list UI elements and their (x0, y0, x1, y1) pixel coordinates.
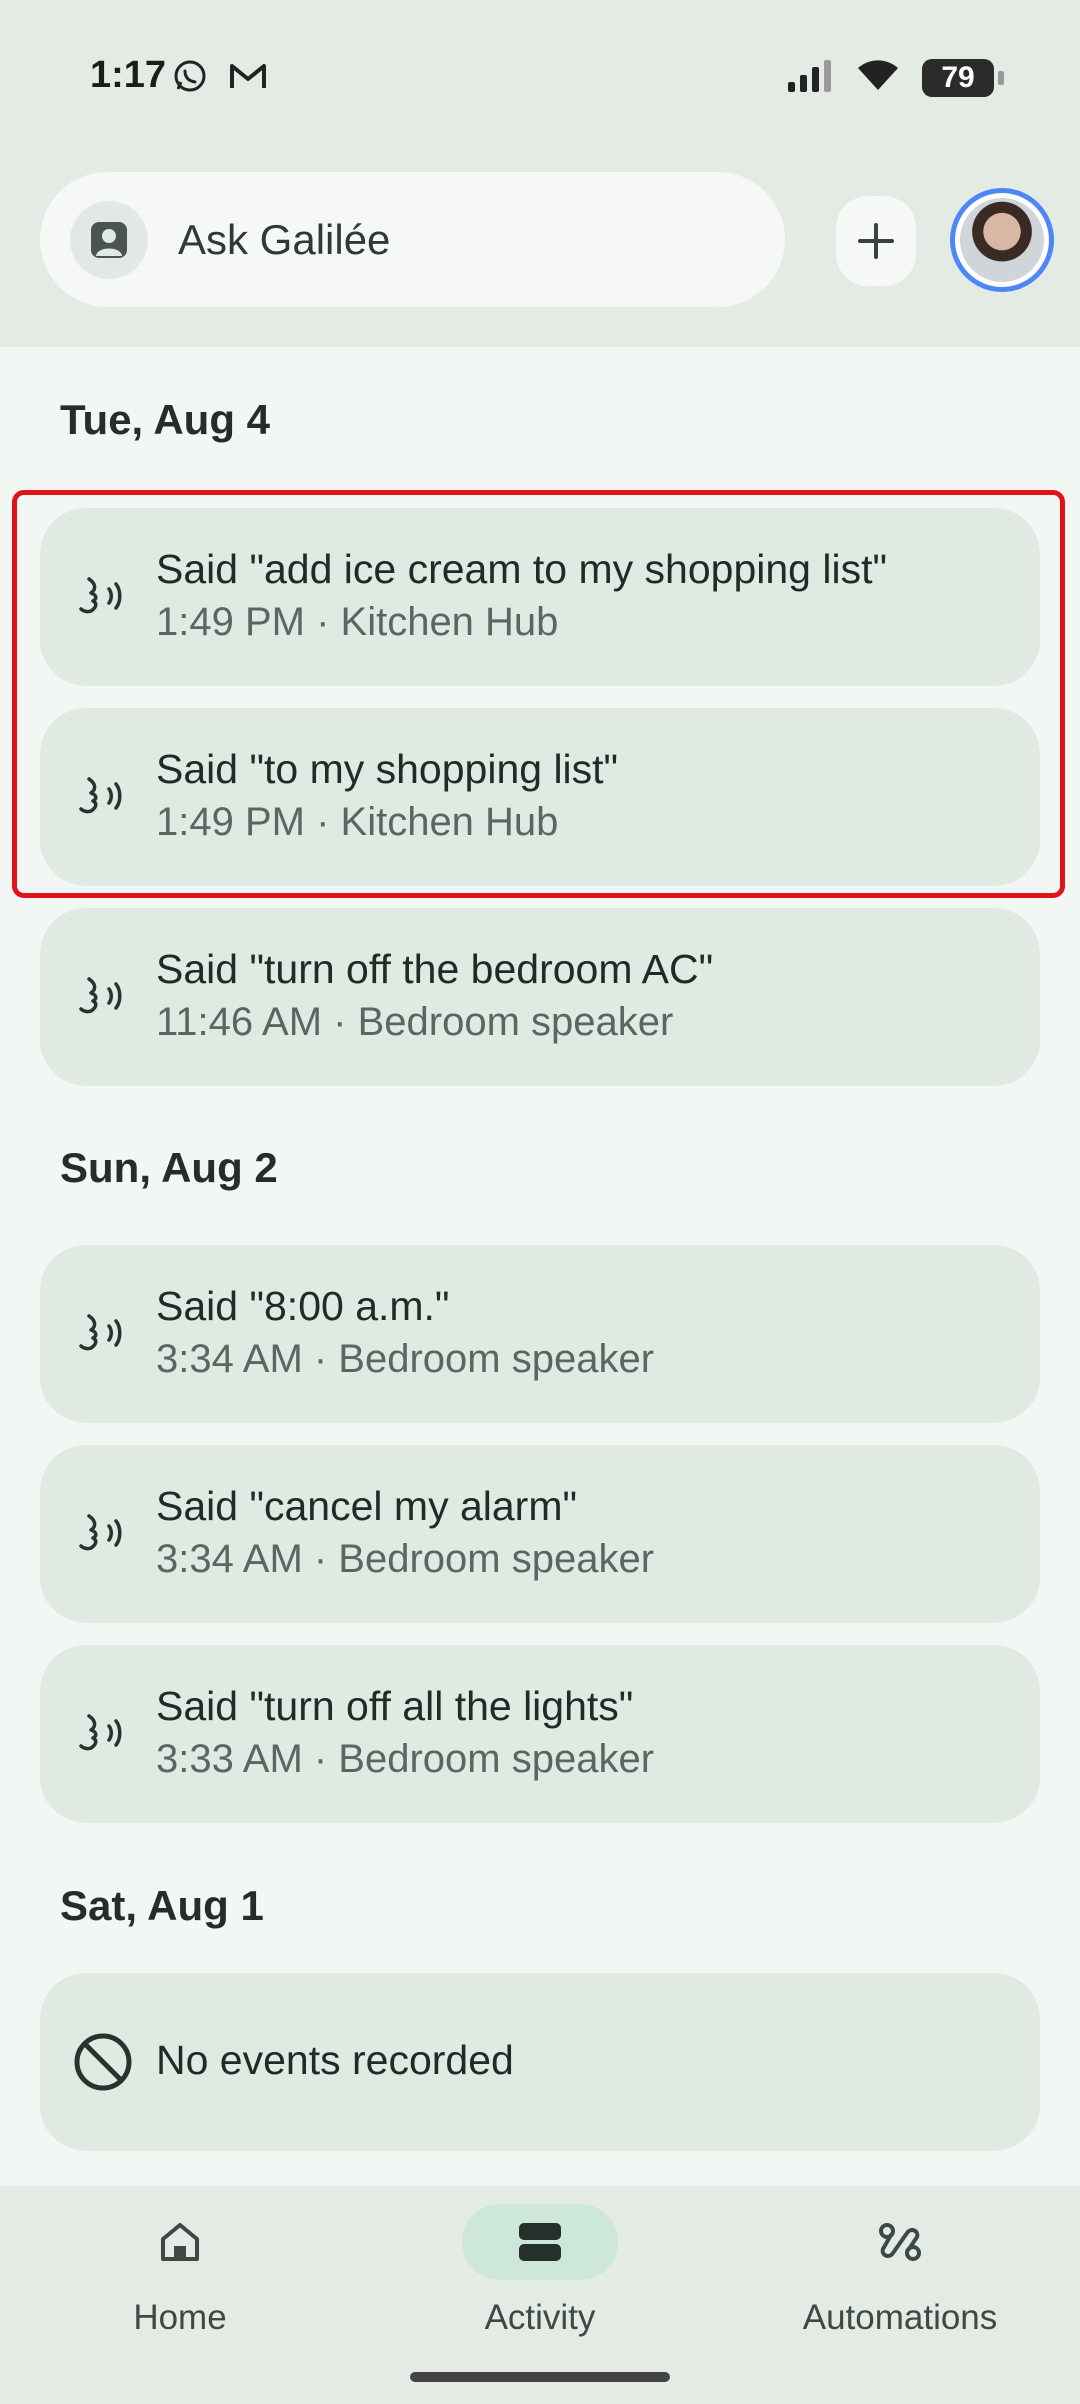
activity-item[interactable]: Said "cancel my alarm" 3:34 AM · Bedroom… (40, 1445, 1040, 1623)
activity-icon (462, 2204, 618, 2280)
nav-activity[interactable]: Activity (410, 2204, 670, 2354)
date-header: Sat, Aug 1 (60, 1882, 264, 1929)
top-bar: 1:17 79 Ask Galilée (0, 0, 1080, 347)
activity-title: Said "cancel my alarm" (156, 1483, 578, 1529)
nav-home-label: Home (133, 2298, 227, 2337)
activity-item[interactable]: Said "to my shopping list" 1:49 PM · Kit… (40, 708, 1040, 886)
activity-subtitle: 1:49 PM · Kitchen Hub (156, 600, 559, 644)
nav-automations[interactable]: Automations (770, 2204, 1030, 2354)
account-icon (70, 200, 148, 279)
voice-icon (70, 764, 136, 830)
system-icons: 79 (786, 58, 1004, 97)
activity-subtitle: 1:49 PM · Kitchen Hub (156, 800, 559, 844)
activity-title: Said "turn off all the lights" (156, 1683, 634, 1729)
empty-state-card: No events recorded (40, 1973, 1040, 2151)
nav-home[interactable]: Home (50, 2204, 310, 2354)
status-time: 1:17 (90, 54, 167, 96)
voice-icon (70, 1501, 136, 1567)
voice-icon (70, 1301, 136, 1367)
empty-state-text: No events recorded (156, 2037, 514, 2083)
activity-subtitle: 11:46 AM · Bedroom speaker (156, 1000, 674, 1044)
add-button[interactable] (836, 196, 916, 286)
nav-activity-label: Activity (484, 2298, 596, 2337)
status-bar: 1:17 79 (0, 0, 1080, 160)
notification-icons (172, 58, 268, 99)
home-indicator[interactable] (410, 2372, 670, 2382)
search-placeholder: Ask Galilée (178, 215, 391, 263)
battery-icon: 79 (922, 58, 1004, 97)
activity-title: Said "turn off the bedroom AC" (156, 946, 714, 992)
home-icon (102, 2204, 258, 2280)
date-header: Tue, Aug 4 (60, 396, 270, 443)
profile-avatar[interactable] (950, 188, 1054, 292)
voice-icon (70, 1701, 136, 1767)
activity-subtitle: 3:34 AM · Bedroom speaker (156, 1537, 655, 1581)
activity-item[interactable]: Said "add ice cream to my shopping list"… (40, 508, 1040, 686)
activity-subtitle: 3:34 AM · Bedroom speaker (156, 1337, 655, 1381)
search-bar[interactable]: Ask Galilée (40, 172, 785, 307)
activity-title: Said "8:00 a.m." (156, 1283, 450, 1329)
activity-title: Said "to my shopping list" (156, 746, 619, 792)
activity-item[interactable]: Said "turn off the bedroom AC" 11:46 AM … (40, 908, 1040, 1086)
signal-icon (786, 58, 834, 97)
wifi-icon (856, 58, 900, 97)
activity-title: Said "add ice cream to my shopping list" (156, 546, 888, 592)
automations-icon (822, 2204, 978, 2280)
gmail-icon (228, 60, 268, 97)
whatsapp-icon (172, 58, 208, 99)
avatar-photo (960, 198, 1044, 282)
activity-item[interactable]: Said "8:00 a.m." 3:34 AM · Bedroom speak… (40, 1245, 1040, 1423)
activity-subtitle: 3:33 AM · Bedroom speaker (156, 1737, 655, 1781)
block-icon (70, 2029, 136, 2095)
plus-icon (858, 223, 894, 259)
nav-automations-label: Automations (802, 2298, 998, 2337)
activity-item[interactable]: Said "turn off all the lights" 3:33 AM ·… (40, 1645, 1040, 1823)
date-header: Sun, Aug 2 (60, 1144, 278, 1191)
voice-icon (70, 964, 136, 1030)
voice-icon (70, 564, 136, 630)
